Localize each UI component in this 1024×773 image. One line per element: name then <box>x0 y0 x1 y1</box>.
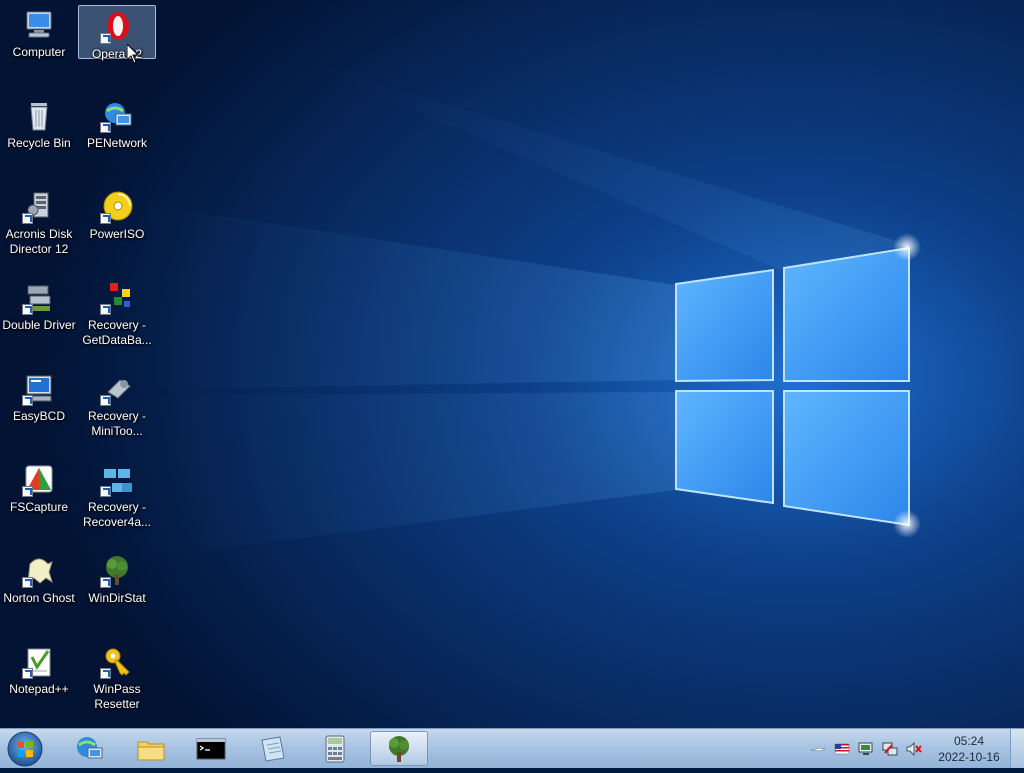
shortcut-arrow-icon <box>100 33 111 44</box>
taskbar: 05:24 2022-10-16 <box>0 728 1024 768</box>
desktop-icon-label: Recovery - Recover4a... <box>82 500 152 529</box>
desktop-icon-winpass[interactable]: WinPass Resetter <box>78 641 156 725</box>
computer-icon <box>26 11 52 38</box>
desktop-icon-easybcd[interactable]: EasyBCD <box>0 368 78 452</box>
taskbar-clock[interactable]: 05:24 2022-10-16 <box>934 733 1004 765</box>
taskbar-button-calculator[interactable] <box>308 731 362 766</box>
network-globe-icon <box>77 736 103 758</box>
network-icon[interactable] <box>882 741 898 757</box>
shortcut-arrow-icon <box>100 577 111 588</box>
desktop-icon-norton-ghost[interactable]: Norton Ghost <box>0 550 78 634</box>
desktop-icon-label: Notepad++ <box>9 682 69 696</box>
desktop-icon-double-driver[interactable]: Double Driver <box>0 277 78 361</box>
us-flag-icon[interactable] <box>834 741 850 757</box>
desktop-icon-recover4all[interactable]: Recovery - Recover4a... <box>78 459 156 543</box>
shortcut-arrow-icon <box>22 304 33 315</box>
calculator-icon <box>325 735 345 762</box>
shortcut-arrow-icon <box>22 486 33 497</box>
windirstat-tree-icon <box>389 735 409 762</box>
explorer-folder-icon <box>137 741 165 760</box>
clock-date: 2022-10-16 <box>938 750 1000 764</box>
desktop-icon-label: WinDirStat <box>88 591 146 605</box>
desktop-icon-label: Recycle Bin <box>7 136 71 150</box>
desktop-icon-label: Acronis Disk Director 12 <box>5 227 73 256</box>
shortcut-arrow-icon <box>22 668 33 679</box>
taskbar-button-command-prompt[interactable] <box>184 731 238 766</box>
notepad-icon <box>261 735 285 762</box>
desktop-icon-minitool[interactable]: Recovery - MiniToo... <box>78 368 156 452</box>
taskbar-button-windirstat[interactable] <box>370 731 428 766</box>
desktop-icon-label: Norton Ghost <box>3 591 75 605</box>
command-prompt-icon <box>196 738 226 759</box>
shortcut-arrow-icon <box>100 668 111 679</box>
desktop-icon-computer[interactable]: Computer <box>0 4 78 88</box>
recycle-bin-icon <box>30 103 48 131</box>
mouse-pointer-icon <box>127 44 139 64</box>
shortcut-arrow-icon <box>100 395 111 406</box>
desktop-icon-label: Opera 12 <box>91 47 143 61</box>
system-tray <box>808 729 938 769</box>
shortcut-arrow-icon <box>22 395 33 406</box>
desktop-icon-label: Computer <box>12 45 66 59</box>
shortcut-arrow-icon <box>100 486 111 497</box>
desktop-icon-label: Recovery - GetDataBa... <box>82 318 152 347</box>
shortcut-arrow-icon <box>22 213 33 224</box>
start-button[interactable] <box>5 730 45 768</box>
desktop-icon-recycle-bin[interactable]: Recycle Bin <box>0 95 78 179</box>
taskbar-button-notepad[interactable] <box>246 731 300 766</box>
desktop-icon-label: PowerISO <box>89 227 145 241</box>
desktop-icon-windirstat[interactable]: WinDirStat <box>78 550 156 634</box>
shortcut-arrow-icon <box>100 304 111 315</box>
usb-icon[interactable] <box>810 741 826 757</box>
desktop-icon-getdataback[interactable]: Recovery - GetDataBa... <box>78 277 156 361</box>
volume-muted-icon[interactable] <box>906 741 922 757</box>
desktop-icon-label: Double Driver <box>2 318 76 332</box>
shortcut-arrow-icon <box>100 122 111 133</box>
show-desktop-button[interactable] <box>1010 729 1024 768</box>
desktop-icon-notepadpp[interactable]: Notepad++ <box>0 641 78 725</box>
desktop-icon-fscapture[interactable]: FSCapture <box>0 459 78 543</box>
shortcut-arrow-icon <box>22 577 33 588</box>
taskbar-button-network[interactable] <box>62 731 116 766</box>
desktop-icon-label: EasyBCD <box>12 409 65 423</box>
desktop-icon-label: FSCapture <box>9 500 69 514</box>
desktop-icon-acronis[interactable]: Acronis Disk Director 12 <box>0 186 78 270</box>
monitor-icon[interactable] <box>858 741 874 757</box>
shortcut-arrow-icon <box>100 213 111 224</box>
clock-time: 05:24 <box>953 734 985 748</box>
desktop-icon-label: WinPass Resetter <box>93 682 141 711</box>
taskbar-button-explorer[interactable] <box>124 731 178 766</box>
desktop-icon-opera[interactable]: Opera 12 <box>78 5 156 61</box>
desktop-icon-penetwork[interactable]: PENetwork <box>78 95 156 179</box>
desktop-icon-poweriso[interactable]: PowerISO <box>78 186 156 270</box>
desktop-icon-label: PENetwork <box>86 136 148 150</box>
windows-orb-icon <box>7 731 43 767</box>
desktop-icon-label: Recovery - MiniToo... <box>87 409 146 438</box>
